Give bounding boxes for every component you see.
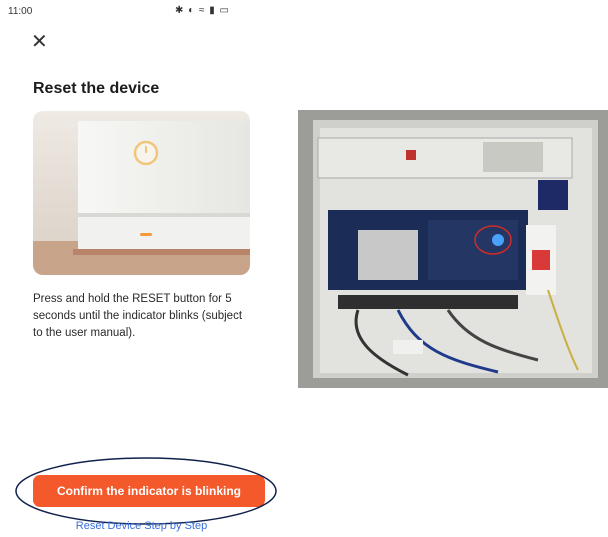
confirm-indicator-button[interactable]: Confirm the indicator is blinking (33, 475, 265, 507)
control-box-photo (298, 110, 608, 388)
status-icons: ✱ ◐ ≈ ▮ ▭ (175, 5, 230, 16)
status-time: 11:00 (8, 6, 33, 17)
reset-step-by-step-link[interactable]: Reset Device Step by Step (0, 520, 283, 532)
device-illustration (33, 111, 250, 275)
page-title: Reset the device (33, 80, 160, 97)
instruction-text: Press and hold the RESET button for 5 se… (33, 293, 243, 339)
status-bar: 11:00 ✱ ◐ ≈ ▮ ▭ (0, 0, 300, 22)
close-icon[interactable]: ✕ (31, 32, 49, 52)
